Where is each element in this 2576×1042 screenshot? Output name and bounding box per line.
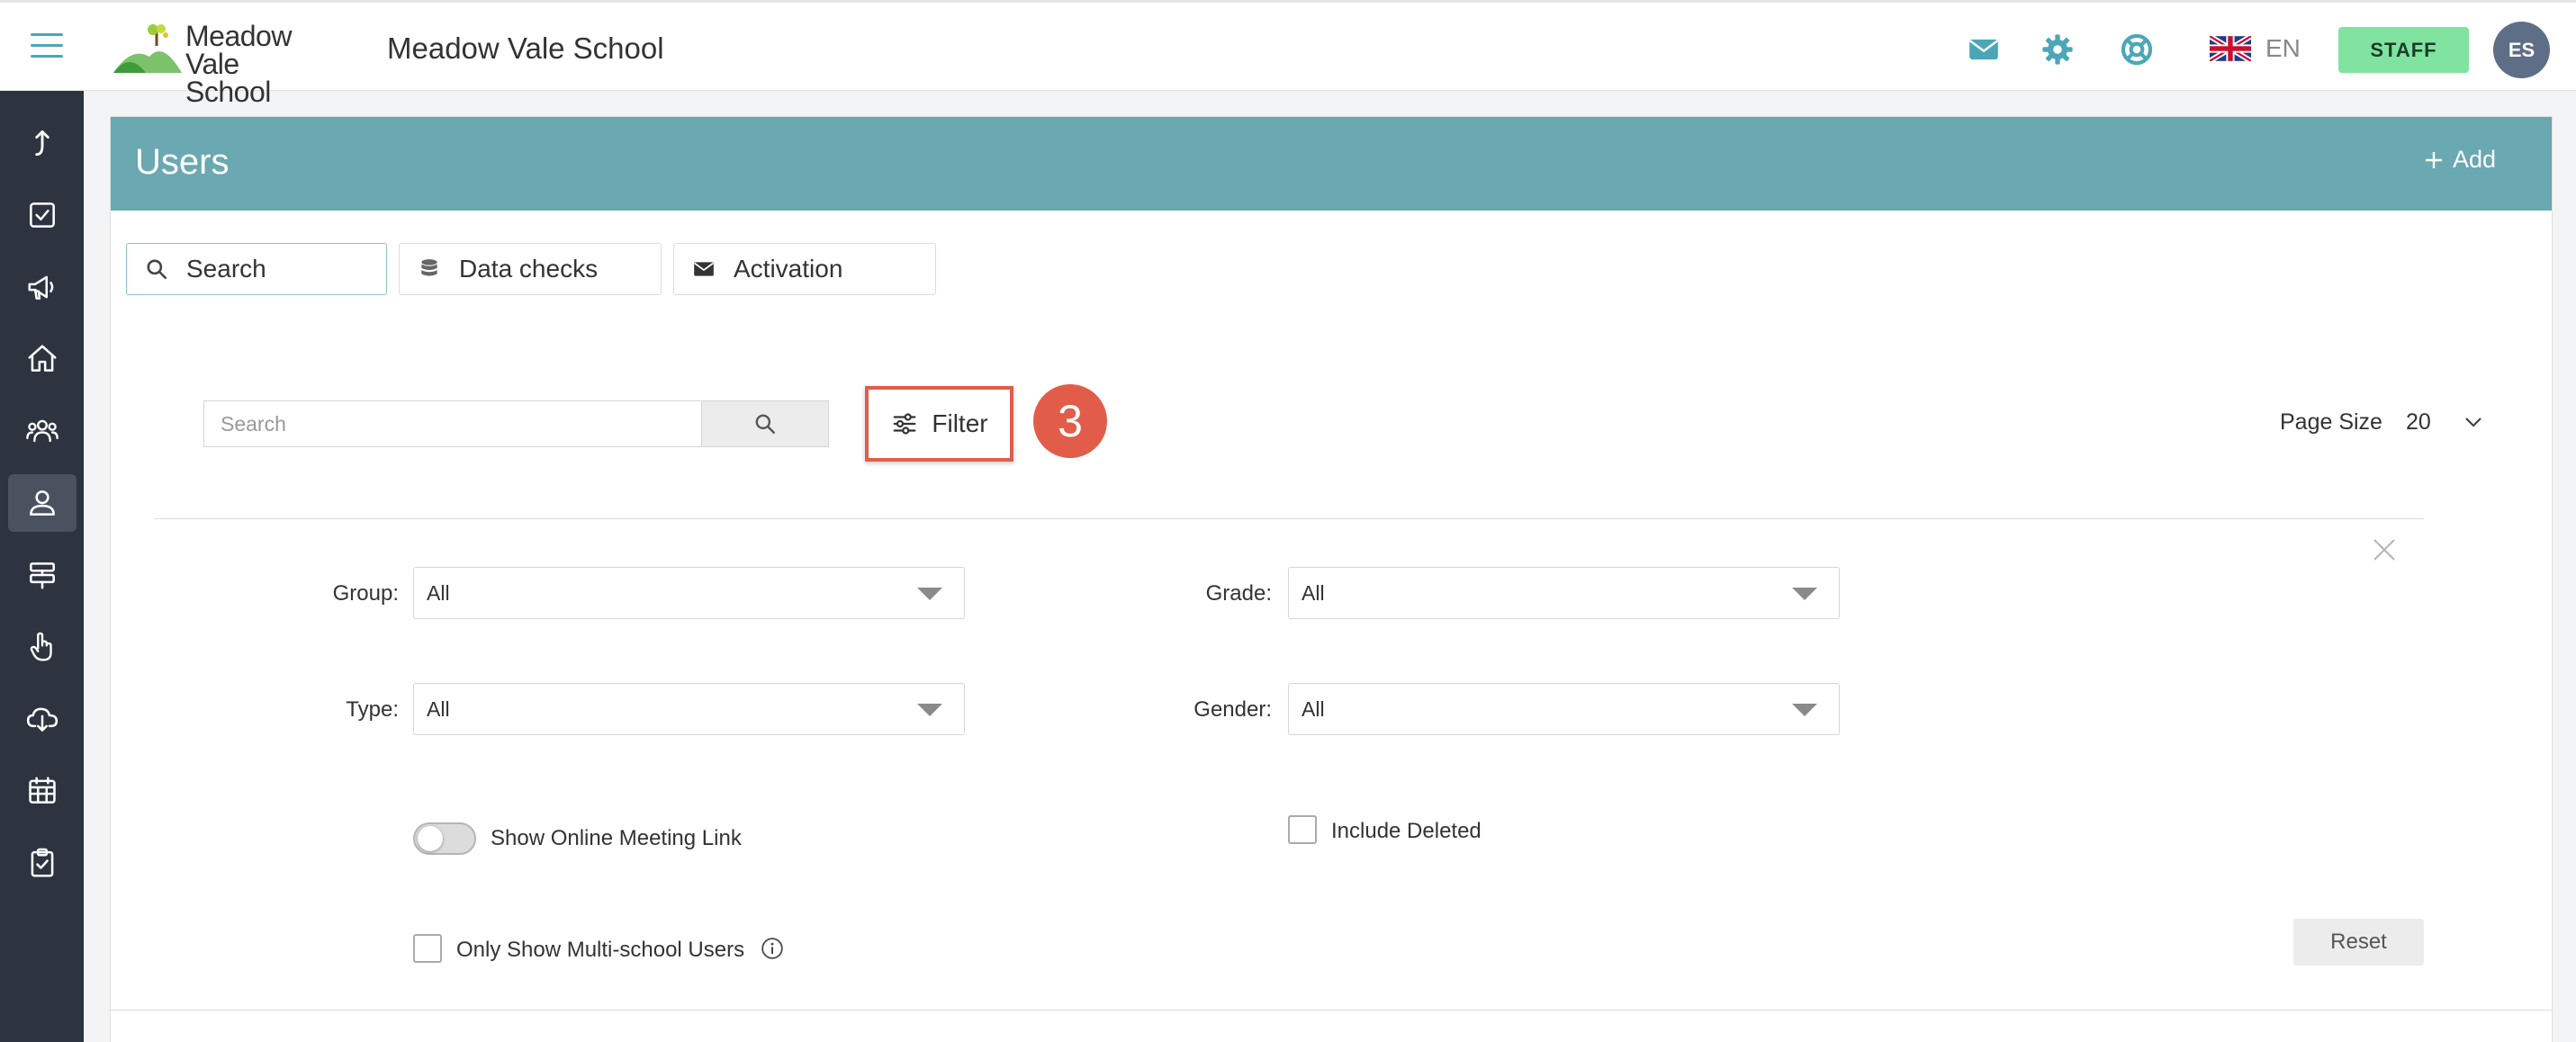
- gender-filter-label: Gender:: [1193, 697, 1272, 722]
- megaphone-icon: [28, 275, 54, 300]
- multi-school-label: Only Show Multi-school Users: [456, 938, 745, 962]
- language-selector[interactable]: EN: [2210, 31, 2301, 66]
- include-deleted-label: Include Deleted: [1331, 819, 1482, 843]
- grade-filter-value: All: [1302, 580, 1325, 605]
- filter-label: Filter: [932, 409, 988, 437]
- sidebar-item-downloads[interactable]: [8, 690, 77, 748]
- info-icon[interactable]: [761, 937, 784, 960]
- upload-icon: [35, 130, 50, 157]
- plus-icon: [2425, 151, 2442, 168]
- logo-text-line1: Meadow: [185, 20, 292, 52]
- logo-text: Meadow Vale School: [185, 22, 329, 106]
- dropdown-caret-icon: [917, 588, 942, 600]
- search-input[interactable]: [203, 400, 701, 447]
- grade-filter-select[interactable]: All: [1288, 567, 1840, 619]
- sidebar-item-checklist[interactable]: [8, 834, 77, 892]
- search-icon: [147, 259, 167, 280]
- dropdown-caret-icon: [1792, 588, 1817, 600]
- sidebar-item-users[interactable]: [8, 474, 77, 532]
- school-logo[interactable]: Meadow Vale School: [113, 21, 329, 106]
- sidebar-item-directions[interactable]: [8, 546, 77, 604]
- sidebar-item-home[interactable]: [8, 330, 77, 388]
- sidebar-item-attendance[interactable]: [8, 618, 77, 676]
- tab-search[interactable]: Search: [126, 243, 387, 295]
- dropdown-caret-icon: [917, 704, 942, 716]
- page-title: Users: [135, 142, 230, 182]
- checkbox-icon: [30, 202, 55, 228]
- cloud-download-icon: [26, 707, 59, 732]
- add-user-button[interactable]: Add: [2424, 146, 2496, 174]
- type-filter-label: Type:: [346, 697, 399, 722]
- add-label: Add: [2452, 146, 2496, 173]
- tab-data-checks[interactable]: Data checks: [399, 243, 662, 295]
- sidebar-item-upload[interactable]: [8, 114, 77, 172]
- page-size-label: Page Size: [2280, 409, 2382, 435]
- reset-button[interactable]: Reset: [2293, 919, 2424, 966]
- search-icon: [755, 414, 775, 434]
- search-group: [203, 400, 829, 447]
- group-filter-value: All: [427, 580, 450, 605]
- filter-button[interactable]: Filter: [865, 386, 1013, 462]
- gender-filter-value: All: [1302, 696, 1325, 721]
- sidebar-item-announcements[interactable]: [8, 258, 77, 316]
- language-label: EN: [2265, 34, 2301, 62]
- signpost-icon: [30, 562, 55, 589]
- tab-search-label: Search: [186, 255, 266, 283]
- grade-filter-label: Grade:: [1205, 581, 1272, 606]
- top-bar: Meadow Vale School Meadow Vale School EN…: [0, 0, 2576, 106]
- panel-bottom-divider: [111, 1010, 2552, 1011]
- search-submit-button[interactable]: [701, 400, 829, 447]
- step-badge: 3: [1033, 384, 1107, 458]
- avatar-initials: ES: [2508, 38, 2535, 61]
- page-size-value: 20: [2406, 409, 2431, 435]
- type-filter-value: All: [427, 696, 450, 721]
- type-filter-select[interactable]: All: [413, 683, 965, 735]
- divider: [154, 518, 2424, 519]
- include-deleted-checkbox[interactable]: [1288, 815, 1317, 844]
- tab-activation[interactable]: Activation: [673, 243, 936, 295]
- page-size-select[interactable]: 20: [2406, 401, 2505, 443]
- user-icon: [30, 490, 55, 516]
- group-icon: [26, 419, 59, 443]
- envelope-icon: [694, 262, 714, 276]
- avatar[interactable]: ES: [2493, 22, 2550, 78]
- sidebar: [0, 91, 84, 1042]
- logo-text-line2: Vale School: [185, 48, 271, 108]
- group-filter-label: Group:: [332, 581, 399, 606]
- app-title: Meadow Vale School: [387, 31, 664, 65]
- uk-flag-icon: [2210, 36, 2251, 61]
- dropdown-caret-icon: [1792, 704, 1817, 716]
- hand-pointer-icon: [30, 632, 52, 661]
- gear-icon[interactable]: [2040, 32, 2075, 67]
- sliders-icon: [894, 413, 916, 435]
- clipboard-check-icon: [31, 848, 54, 877]
- gender-filter-select[interactable]: All: [1288, 683, 1840, 735]
- users-panel: Users Add Search Data checks Activation …: [110, 116, 2553, 1042]
- sidebar-item-groups[interactable]: [8, 402, 77, 460]
- multi-school-checkbox[interactable]: [413, 934, 442, 963]
- mail-icon[interactable]: [1967, 32, 2001, 67]
- chevron-down-icon: [2465, 418, 2481, 427]
- hamburger-menu-icon[interactable]: [31, 33, 63, 58]
- sidebar-item-calendar[interactable]: [8, 762, 77, 820]
- database-icon: [421, 259, 437, 276]
- home-icon: [28, 345, 57, 372]
- sidebar-item-tasks[interactable]: [8, 186, 77, 244]
- online-meeting-label: Show Online Meeting Link: [491, 826, 742, 850]
- tab-activation-label: Activation: [734, 255, 843, 283]
- panel-header: Users Add: [111, 117, 2552, 211]
- calendar-icon: [29, 777, 56, 804]
- group-filter-select[interactable]: All: [413, 567, 965, 619]
- tab-data-checks-label: Data checks: [459, 255, 599, 283]
- online-meeting-toggle[interactable]: [413, 822, 476, 855]
- close-icon[interactable]: [2370, 535, 2399, 564]
- lifebuoy-icon[interactable]: [2120, 32, 2154, 67]
- staff-role-button[interactable]: STAFF: [2338, 27, 2469, 73]
- logo-hills-icon: [113, 24, 182, 73]
- toggle-knob: [418, 826, 443, 851]
